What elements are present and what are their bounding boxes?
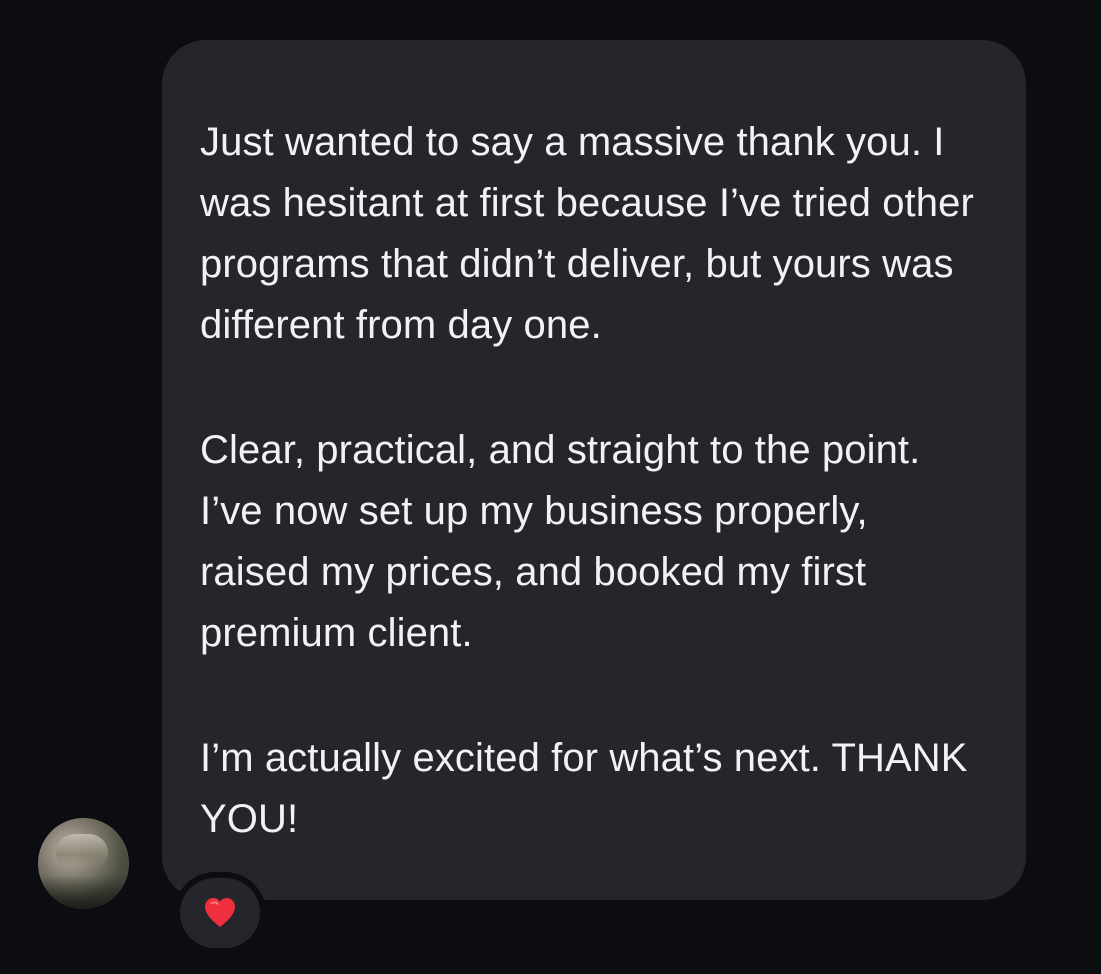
chat-screen: Just wanted to say a massive thank you. … xyxy=(0,0,1101,974)
message-paragraph-1: Just wanted to say a massive thank you. … xyxy=(200,120,974,347)
message-paragraph-3: I’m actually excited for what’s next. TH… xyxy=(200,736,968,841)
message-paragraph-2: Clear, practical, and straight to the po… xyxy=(200,428,921,655)
avatar[interactable] xyxy=(38,818,129,909)
heart-reaction[interactable] xyxy=(174,872,266,954)
message-bubble[interactable]: Just wanted to say a massive thank you. … xyxy=(162,40,1026,900)
heart-icon xyxy=(205,898,235,927)
